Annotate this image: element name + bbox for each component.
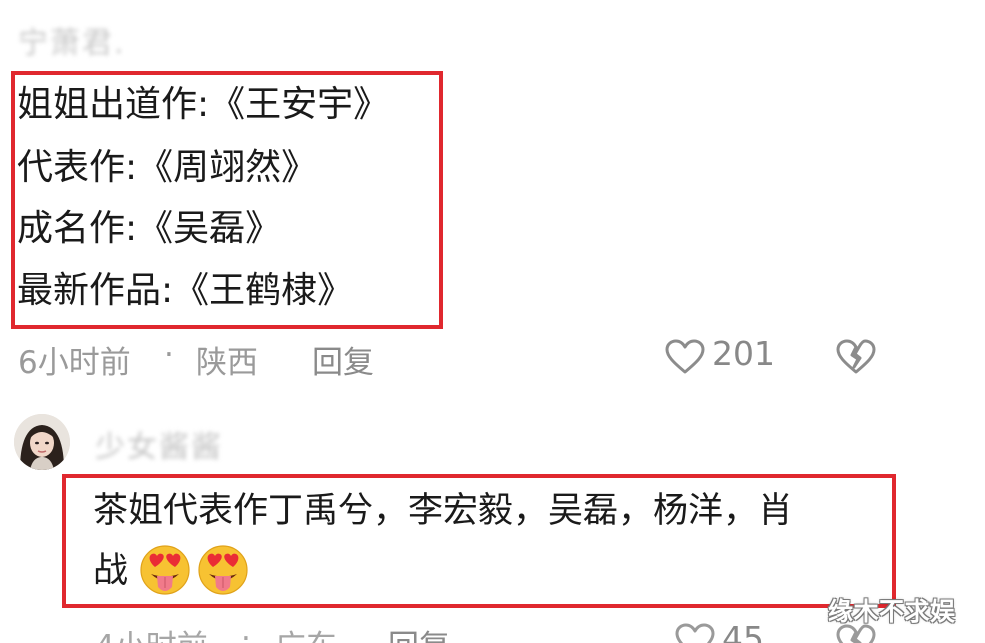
watermark: 缘木不求娱	[828, 597, 956, 626]
comment1-username[interactable]: 宁萧君.	[18, 18, 126, 62]
comment2-reply-button[interactable]: 回复	[388, 621, 450, 643]
comment1-line-1: 姐姐出道作:《王安宇》	[17, 84, 390, 125]
comment2-location: 广东	[275, 621, 337, 643]
comment1-location: 陕西	[196, 345, 258, 381]
comment1-line-3: 成名作:《吴磊》	[17, 208, 282, 249]
comment2-timestamp: 4小时前	[95, 621, 208, 643]
heart-outline-icon[interactable]	[675, 623, 715, 643]
comment2-username[interactable]: 少女酱酱	[95, 422, 223, 466]
avatar[interactable]	[14, 414, 70, 470]
heart-eyes-tongue-emoji-icon	[140, 545, 190, 595]
comment1-timestamp: 6小时前	[18, 345, 131, 381]
comment1-line-4: 最新作品:《王鹤棣》	[17, 270, 354, 311]
comment-section: 宁萧君. 姐姐出道作:《王安宇》 代表作:《周翊然》 成名作:《吴磊》 最新作品…	[0, 0, 985, 643]
comment2-separator: ·	[241, 621, 251, 643]
comment2-like-count: 45	[722, 619, 764, 643]
comment1-like-count: 201	[712, 334, 775, 373]
comment2-text-line-2: 战	[93, 551, 129, 591]
heart-eyes-tongue-emoji-icon	[198, 545, 248, 595]
comment1-line-2: 代表作:《周翊然》	[17, 147, 318, 188]
comment2-text-line-1: 茶姐代表作丁禹兮，李宏毅，吴磊，杨洋，肖	[93, 491, 794, 531]
heart-outline-icon[interactable]	[665, 339, 705, 375]
broken-heart-icon[interactable]	[836, 339, 876, 375]
comment1-separator: ·	[164, 337, 174, 373]
comment1-reply-button[interactable]: 回复	[312, 337, 374, 382]
